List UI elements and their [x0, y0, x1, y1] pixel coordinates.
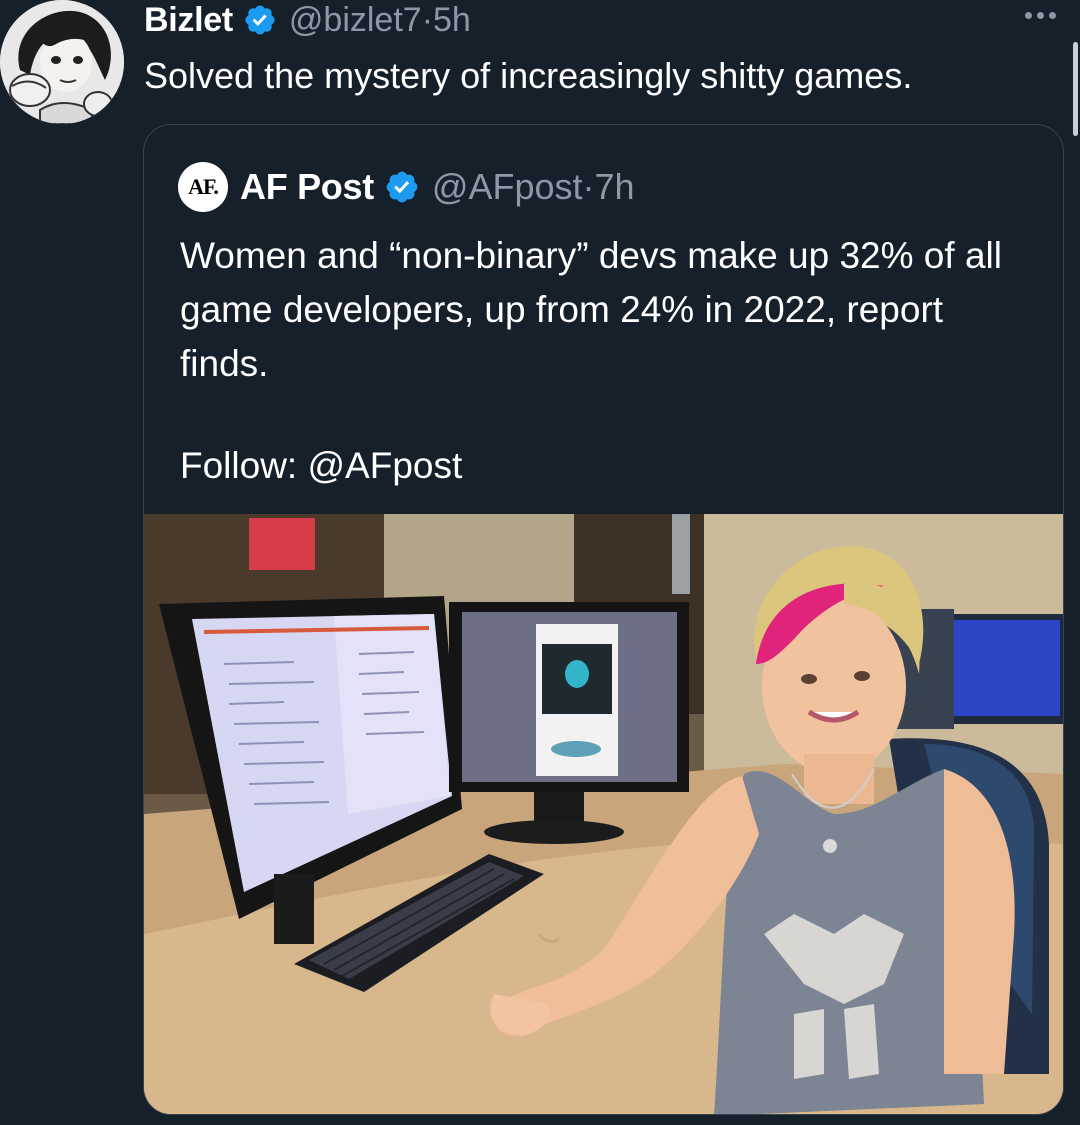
quoted-tweet[interactable]: AF. AF Post @AFpost · 7h Women and “non-… [143, 124, 1064, 1115]
quoted-author-avatar[interactable]: AF. [178, 162, 228, 212]
more-options-icon[interactable] [1025, 12, 1056, 19]
quoted-follow-text: Follow: @AFpost [180, 445, 463, 486]
quoted-tweet-header: AF. AF Post @AFpost · 7h [178, 162, 635, 212]
tweet-header: Bizlet @bizlet7 · 5h [144, 0, 471, 40]
verified-badge-icon [243, 3, 277, 37]
quoted-author-name[interactable]: AF Post [240, 166, 374, 208]
author-handle[interactable]: @bizlet7 [289, 1, 422, 40]
time-separator: · [582, 166, 595, 207]
verified-badge-icon [384, 169, 420, 205]
quoted-author-handle[interactable]: @AFpost [432, 166, 583, 208]
af-logo-text: AF. [188, 174, 219, 199]
attached-photo[interactable] [144, 514, 1063, 1114]
quoted-tweet-time[interactable]: 7h [595, 166, 635, 208]
manga-character-avatar [0, 0, 124, 124]
scrollbar[interactable] [1073, 42, 1078, 136]
time-separator: · [421, 0, 434, 39]
author-name[interactable]: Bizlet [144, 1, 233, 40]
author-avatar[interactable] [0, 0, 124, 124]
tweet-text: Solved the mystery of increasingly shitt… [144, 55, 913, 96]
tweet-time[interactable]: 5h [433, 1, 471, 40]
quoted-tweet-text: Women and “non-binary” devs make up 32% … [180, 235, 1002, 384]
